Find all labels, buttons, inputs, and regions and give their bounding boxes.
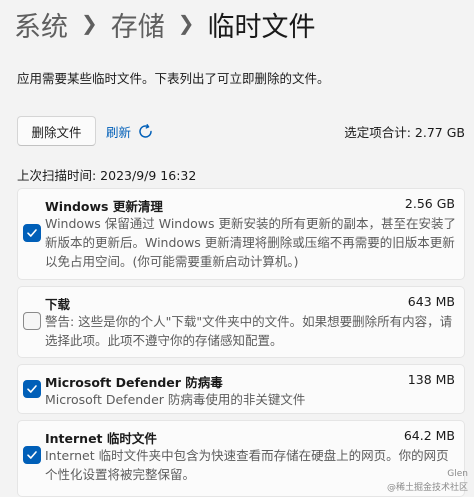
chevron-right-icon: ❯ [177,11,195,35]
refresh-button[interactable]: 刷新 [106,116,154,146]
checkmark-icon [27,229,37,237]
watermark-site: @稀土掘金技术社区 [386,483,468,493]
item-title: Microsoft Defender 防病毒 [45,375,223,390]
breadcrumb-storage[interactable]: 存储 [111,5,165,44]
item-title: 下载 [45,297,71,312]
item-title: Windows 更新清理 [45,199,163,214]
item-size: 138 MB [407,372,455,387]
downloads-checkbox[interactable] [23,312,41,330]
watermark-author: Glen [447,469,468,479]
list-item-defender: Microsoft Defender 防病毒 138 MB Microsoft … [17,364,465,414]
item-size: 643 MB [407,294,455,309]
chevron-right-icon: ❯ [81,11,98,35]
item-description: 警告: 这些是你的个人"下载"文件夹中的文件。如果想要删除所有内容，请选择此项。… [45,314,453,348]
refresh-label: 刷新 [106,124,132,140]
watermark: Glen @稀土掘金技术社区 [387,469,468,493]
internet-temp-checkbox[interactable] [23,446,41,464]
item-size: 2.56 GB [404,196,455,211]
refresh-icon [139,123,152,138]
item-description: Microsoft Defender 防病毒使用的非关键文件 [45,392,306,407]
selected-total: 选定项合计: 2.77 GB [344,124,465,140]
item-title: Internet 临时文件 [45,431,157,446]
breadcrumb-temp-files: 临时文件 [207,11,316,43]
checkmark-icon [27,451,37,459]
delete-files-button[interactable]: 删除文件 [17,116,96,146]
item-size: 64.2 MB [403,428,455,443]
last-scan-time: 上次扫描时间: 2023/9/9 16:32 [17,168,197,183]
toolbar: 删除文件 刷新 选定项合计: 2.77 GB [17,116,465,146]
breadcrumb-system[interactable]: 系统 [14,5,68,44]
page-description: 应用需要某些临时文件。下表列出了可立即删除的文件。 [17,71,330,86]
windows-update-checkbox[interactable] [23,224,41,242]
list-item-downloads: 下载 643 MB 警告: 这些是你的个人"下载"文件夹中的文件。如果想要删除所… [17,286,465,358]
item-description: Windows 保留通过 Windows 更新安装的所有更新的副本，甚至在安装了… [45,216,457,269]
breadcrumb: 系统 ❯ 存储 ❯ 临时文件 [14,4,316,44]
defender-checkbox[interactable] [23,380,41,398]
list-item-windows-update-cleanup: Windows 更新清理 2.56 GB Windows 保留通过 Window… [17,188,465,280]
checkmark-icon [27,385,37,393]
